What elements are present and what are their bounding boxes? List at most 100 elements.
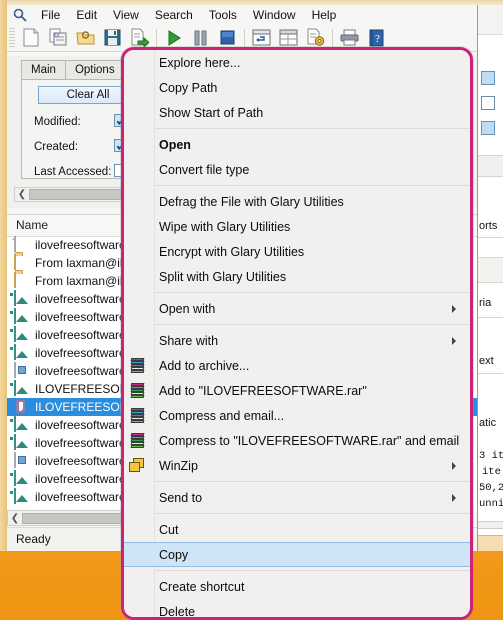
file-name-label: ilovefreesoftware	[35, 454, 126, 468]
copy-document-icon[interactable]	[45, 25, 72, 50]
checkbox-label-last-accessed: Last Accessed:	[34, 166, 112, 178]
image-icon	[14, 326, 30, 343]
context-menu-item-cut[interactable]: Cut	[124, 517, 470, 542]
context-menu-item-winzip[interactable]: WinZip	[124, 453, 470, 478]
file-name-label: From laxman@ilo	[35, 256, 130, 270]
context-menu-item-copy[interactable]: Copy	[124, 542, 470, 567]
menu-tools[interactable]: Tools	[201, 6, 245, 24]
winrar-icon	[129, 432, 146, 449]
save-icon[interactable]	[99, 25, 126, 50]
context-menu-item-label: Send to	[159, 490, 203, 505]
context-menu-item-label: Copy	[159, 547, 189, 562]
checkbox-row-modified: Modified:	[34, 114, 81, 130]
context-menu-item-explore-here[interactable]: Explore here...	[124, 50, 470, 75]
context-menu-item-open[interactable]: Open	[124, 132, 470, 157]
bg-strip-line-3	[478, 373, 503, 374]
checkbox-row-created: Created:	[34, 139, 78, 155]
file-name-label: ilovefreesoftware	[35, 472, 126, 486]
context-menu-item-label: Delete	[159, 604, 196, 619]
context-menu-item-add-to-ilovefreesoftware-rar[interactable]: Add to "ILOVEFREESOFTWARE.rar"	[124, 378, 470, 403]
context-menu-item-compress-and-email[interactable]: Compress and email...	[124, 403, 470, 428]
winrar-icon	[129, 382, 146, 399]
context-menu-separator	[155, 324, 470, 325]
menu-view[interactable]: View	[105, 6, 147, 24]
context-menu-item-wipe-with-glary-utilities[interactable]: Wipe with Glary Utilities	[124, 214, 470, 239]
context-menu-item-split-with-glary-utilities[interactable]: Split with Glary Utilities	[124, 264, 470, 289]
context-menu-separator	[155, 481, 470, 482]
file-name-label: ilovefreesoftware	[35, 238, 126, 252]
context-menu-item-create-shortcut[interactable]: Create shortcut	[124, 574, 470, 599]
image-icon	[14, 416, 30, 433]
context-menu-item-label: Encrypt with Glary Utilities	[159, 244, 305, 259]
context-menu-item-encrypt-with-glary-utilities[interactable]: Encrypt with Glary Utilities	[124, 239, 470, 264]
context-menu-item-compress-to-ilovefreesoftware-rar-and-email[interactable]: Compress to "ILOVEFREESOFTWARE.rar" and …	[124, 428, 470, 453]
context-menu-separator	[155, 185, 470, 186]
context-menu-item-defrag-the-file-with-glary-utilities[interactable]: Defrag the File with Glary Utilities	[124, 189, 470, 214]
bg-checkbox-3[interactable]	[481, 121, 495, 135]
search-icon[interactable]	[7, 8, 33, 22]
menu-file[interactable]: File	[33, 6, 68, 24]
tab-main[interactable]: Main	[21, 60, 66, 80]
open-folder-icon[interactable]	[72, 25, 99, 50]
background-window-strip: orts ria ext atic 3 it ite 50,2 unni	[477, 5, 503, 551]
image-icon	[14, 470, 30, 487]
scroll-left-icon[interactable]: ❮	[15, 188, 29, 201]
context-menu-item-add-to-archive[interactable]: Add to archive...	[124, 353, 470, 378]
context-menu-separator	[155, 513, 470, 514]
bg-text-fragment-3: ria	[479, 297, 492, 309]
image-icon	[14, 488, 30, 505]
menu-window[interactable]: Window	[245, 6, 304, 24]
svg-text:?: ?	[375, 33, 380, 45]
context-menu-item-label: Cut	[159, 522, 179, 537]
file-name-label: ilovefreesoftware	[35, 292, 126, 306]
toolbar-separator	[244, 28, 245, 47]
scroll-left-icon[interactable]: ❮	[8, 512, 22, 525]
context-menu-item-label: Wipe with Glary Utilities	[159, 219, 291, 234]
new-document-icon[interactable]	[18, 25, 45, 50]
context-menu-item-convert-file-type[interactable]: Convert file type	[124, 157, 470, 182]
context-menu-item-label: Convert file type	[159, 162, 250, 177]
file-icon	[14, 236, 30, 253]
context-menu-item-label: Add to archive...	[159, 358, 250, 373]
bg-strip-line-1	[478, 237, 503, 238]
psd-icon	[14, 399, 30, 415]
tab-options[interactable]: Options	[64, 60, 125, 80]
screenshot-root: File Edit View Search Tools Window Help	[0, 0, 503, 620]
bg-text-fragment-1: orts	[479, 220, 498, 232]
submenu-arrow-icon	[452, 304, 456, 313]
file-name-label: ilovefreesoftware	[35, 310, 126, 324]
bg-checkbox-2[interactable]	[481, 96, 495, 110]
bg-strip-bottom	[478, 535, 503, 551]
toolbar-separator	[332, 28, 333, 47]
context-menu-item-label: Compress and email...	[159, 408, 285, 423]
checkbox-label-modified: Modified:	[34, 116, 81, 128]
bg-text-fragment-2: ext	[479, 355, 494, 367]
bg-strip-divider	[478, 155, 503, 177]
file-name-label: ilovefreesoftware	[35, 346, 126, 360]
menu-search[interactable]: Search	[147, 6, 201, 24]
context-menu-item-label: Open with	[159, 301, 216, 316]
context-menu-item-copy-path[interactable]: Copy Path	[124, 75, 470, 100]
folder-icon	[14, 254, 30, 271]
menu-edit[interactable]: Edit	[68, 6, 105, 24]
context-menu-item-delete[interactable]: Delete	[124, 599, 470, 619]
bg-text-fragment-4: atic	[479, 417, 497, 429]
context-menu-inner: Explore here... Copy Path Show Start of Pa…	[124, 50, 470, 617]
context-menu-item-show-start-of-path[interactable]: Show Start of Path	[124, 100, 470, 125]
menu-bar: File Edit View Search Tools Window Help	[7, 5, 503, 25]
winrar-icon	[129, 407, 146, 424]
menu-help[interactable]: Help	[304, 6, 345, 24]
context-menu-separator	[155, 292, 470, 293]
bg-checkbox-1[interactable]	[481, 71, 495, 85]
bg-text-fragment-6: ite	[482, 466, 501, 478]
toolbar-grip[interactable]	[9, 27, 15, 48]
context-menu-item-share-with[interactable]: Share with	[124, 328, 470, 353]
bg-strip-toolbar	[478, 5, 503, 35]
context-menu-item-label: Show Start of Path	[159, 105, 264, 120]
file-name-label: ilovefreesoftware	[35, 436, 126, 450]
context-menu-item-open-with[interactable]: Open with	[124, 296, 470, 321]
bg-strip-scrollbar[interactable]	[478, 521, 503, 529]
context-menu-item-label: Copy Path	[159, 80, 218, 95]
context-menu-item-send-to[interactable]: Send to	[124, 485, 470, 510]
image-icon	[14, 308, 30, 325]
